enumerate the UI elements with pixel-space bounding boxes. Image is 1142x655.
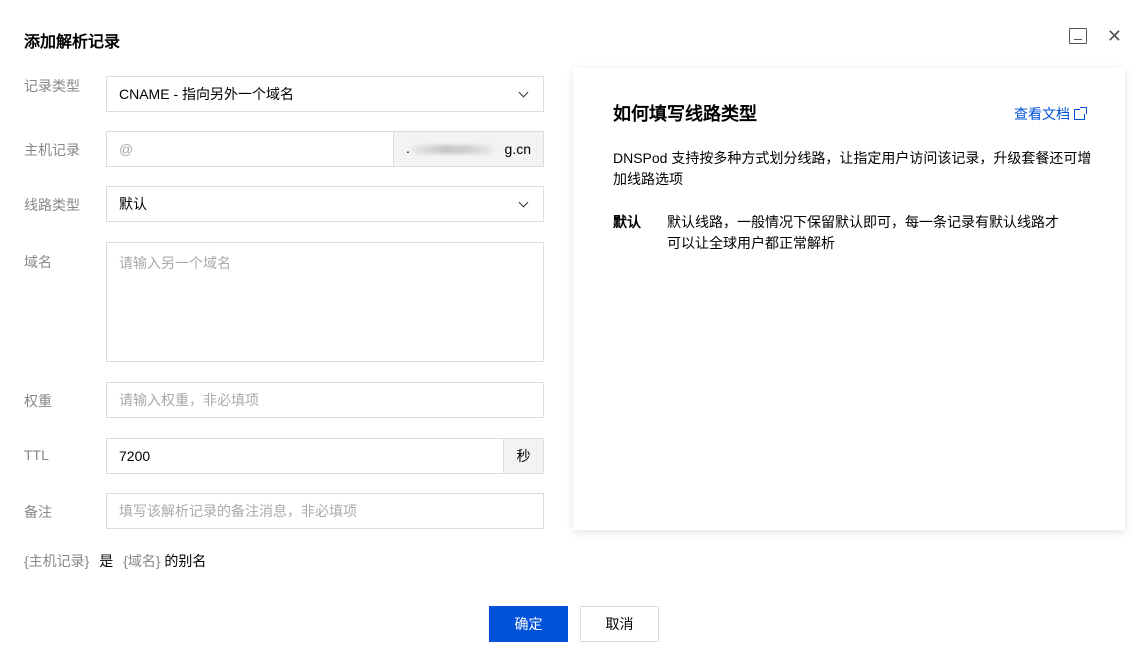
- panel-title: 如何填写线路类型: [613, 104, 757, 124]
- row-record-type: 记录类型 CNAME - 指向另外一个域名: [24, 76, 544, 112]
- view-docs-label: 查看文档: [1014, 106, 1070, 122]
- ttl-unit: 秒: [503, 439, 543, 473]
- view-docs-link[interactable]: 查看文档: [1014, 104, 1087, 124]
- ttl-value: 7200: [119, 448, 151, 464]
- row-remark: 备注 填写该解析记录的备注消息，非必填项: [24, 493, 544, 529]
- line-type-label: 线路类型: [24, 197, 80, 213]
- weight-label: 权重: [24, 393, 52, 409]
- external-link-icon: [1074, 106, 1087, 120]
- minimize-icon[interactable]: [1068, 28, 1087, 44]
- row-ttl: TTL 7200 秒: [24, 438, 544, 474]
- cancel-button[interactable]: 取消: [580, 606, 659, 642]
- chevron-down-icon: [518, 197, 529, 207]
- ttl-input[interactable]: 7200 秒: [106, 438, 544, 474]
- note-suffix: 的别名: [164, 553, 207, 569]
- domain-textarea[interactable]: 请输入另一个域名: [106, 242, 544, 362]
- header-actions: ✕: [1068, 27, 1122, 45]
- domain-suffix-text: g.cn: [504, 141, 531, 157]
- record-type-select[interactable]: CNAME - 指向另外一个域名: [106, 76, 544, 112]
- line-type-value: 默认: [119, 196, 147, 212]
- panel-description: DNSPod 支持按多种方式划分线路，让指定用户访问该记录，升级套餐还可增加线路…: [613, 150, 1092, 187]
- domain-placeholder: 请输入另一个域名: [119, 255, 231, 271]
- note-host-token: {主机记录}: [24, 553, 90, 569]
- weight-placeholder: 请输入权重，非必填项: [119, 392, 259, 408]
- alias-note: {主机记录} 是 {域名} 的别名: [24, 551, 206, 571]
- chevron-down-icon: [518, 87, 529, 97]
- add-record-dialog: 添加解析记录 ✕ 记录类型 CNAME - 指向另外一个域名 主机记录 @ . …: [0, 0, 1142, 655]
- domain-suffix: . g.cn: [393, 132, 543, 166]
- weight-input[interactable]: 请输入权重，非必填项: [106, 382, 544, 418]
- record-type-label: 记录类型: [24, 78, 80, 94]
- host-label: 主机记录: [24, 142, 80, 158]
- redacted-domain-mask: [412, 145, 494, 154]
- line-term: 默认: [613, 214, 641, 230]
- host-value: @: [119, 141, 134, 157]
- note-domain-token: {域名}: [123, 553, 161, 569]
- record-type-value: CNAME - 指向另外一个域名: [119, 86, 294, 102]
- row-domain: 域名 请输入另一个域名: [24, 242, 544, 362]
- line-type-select[interactable]: 默认: [106, 186, 544, 222]
- row-host: 主机记录 @ . g.cn: [24, 131, 544, 167]
- host-input[interactable]: @ . g.cn: [106, 131, 544, 167]
- domain-label: 域名: [24, 254, 52, 270]
- line-definition: 默认线路，一般情况下保留默认即可，每一条记录有默认线路才可以让全球用户都正常解析: [667, 214, 1059, 251]
- note-is: 是: [99, 553, 114, 569]
- ttl-label: TTL: [24, 447, 49, 463]
- row-line-type: 线路类型 默认: [24, 186, 544, 222]
- row-weight: 权重 请输入权重，非必填项: [24, 382, 544, 418]
- dialog-title: 添加解析记录: [24, 34, 121, 51]
- confirm-button[interactable]: 确定: [489, 606, 568, 642]
- help-panel: 如何填写线路类型 查看文档 DNSPod 支持按多种方式划分线路，让指定用户访问…: [573, 68, 1125, 530]
- remark-placeholder: 填写该解析记录的备注消息，非必填项: [119, 503, 357, 519]
- close-icon[interactable]: ✕: [1107, 27, 1122, 45]
- remark-label: 备注: [24, 504, 52, 520]
- domain-suffix-prefix: .: [406, 140, 410, 156]
- remark-input[interactable]: 填写该解析记录的备注消息，非必填项: [106, 493, 544, 529]
